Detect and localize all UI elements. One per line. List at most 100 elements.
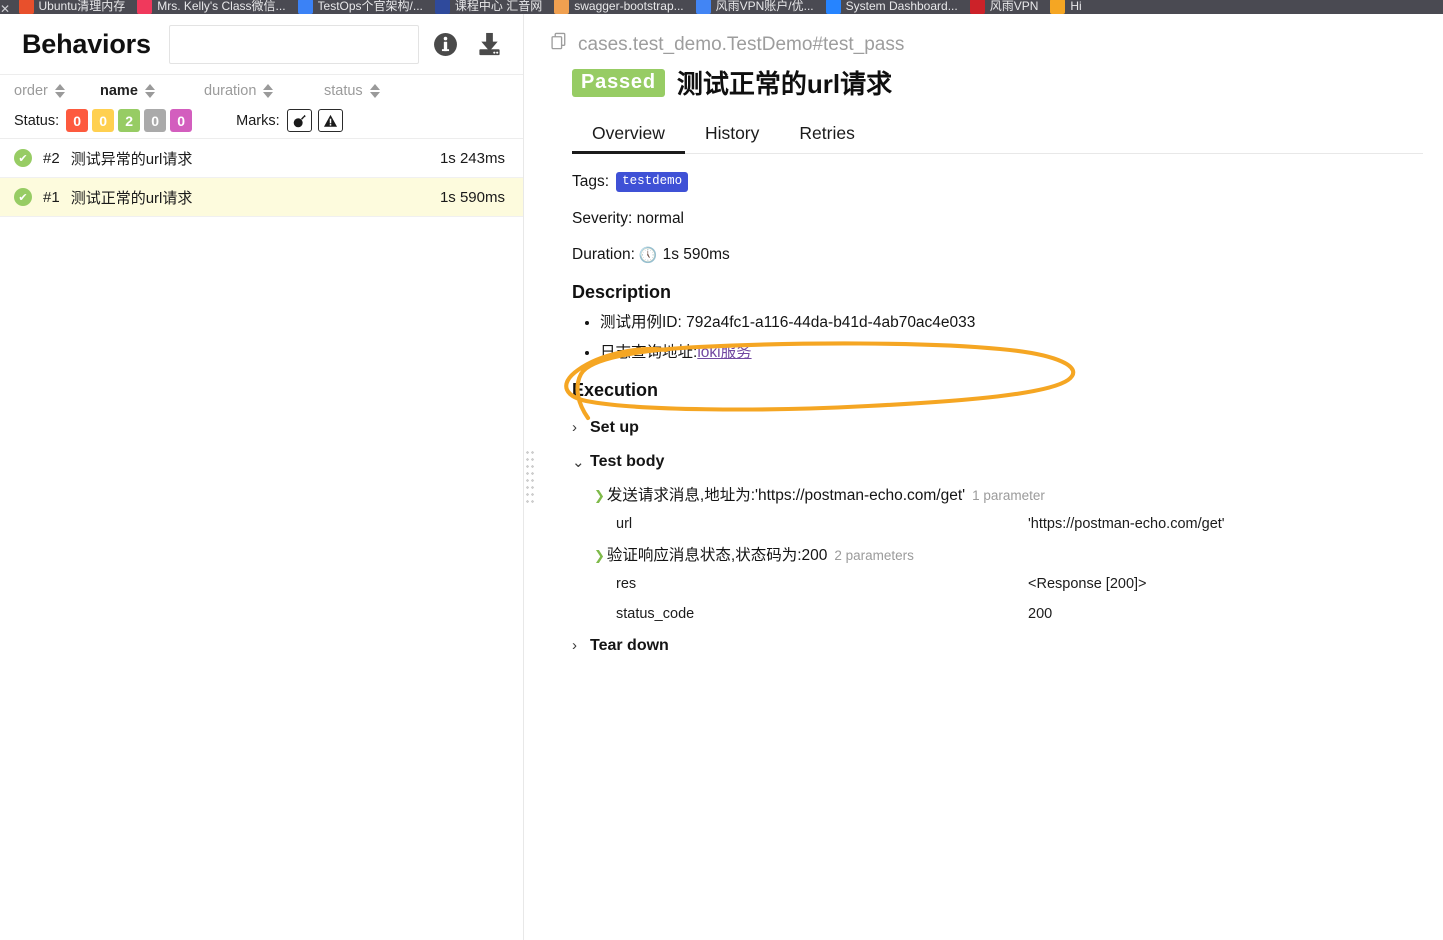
exec-step[interactable]: ❯ 发送请求消息,地址为:'https://postman-echo.com/g… [572,479,1423,509]
exec-step-param-count: 2 parameters [834,547,914,563]
sort-by-status[interactable]: status [324,83,380,99]
sort-label-duration: duration [204,83,257,99]
tab-close-icon[interactable]: ✕ [0,2,10,14]
status-chip-unknown[interactable]: 0 [170,109,193,132]
filter-row: Status: 0 0 2 0 0 Marks: [0,103,523,139]
page-title: Behaviors [22,28,151,59]
duration-label: Duration: [572,246,635,263]
clock-icon: 🕔 [638,247,658,264]
behaviors-panel: Behaviors order name duration status Sta… [0,14,524,940]
browser-tab[interactable]: 课程中心 汇音网 [431,0,550,14]
loki-service-link[interactable]: loki服务 [697,344,751,361]
test-list: ✔ #2 测试异常的url请求 1s 243ms ✔ #1 测试正常的url请求… [0,139,523,217]
sort-by-name[interactable]: name [100,83,204,99]
favicon-icon [969,0,985,14]
behaviors-panel-header: Behaviors [0,14,523,75]
info-icon[interactable] [427,26,463,62]
description-list: 测试用例ID: 792a4fc1-a116-44da-b41d-4ab70ac4… [572,313,1423,364]
status-chip-passed[interactable]: 2 [118,109,141,132]
sort-arrows-icon [144,84,155,98]
meta-tags: Tags: testdemo [572,172,1423,192]
browser-tab-title: Hi [1070,0,1082,13]
tab-history[interactable]: History [685,117,779,153]
sort-by-duration[interactable]: duration [204,83,324,99]
param-name: res [616,575,637,592]
chevron-down-icon: ❯ [594,547,605,563]
flaky-bomb-icon[interactable] [286,109,312,132]
status-chip-skipped[interactable]: 0 [144,109,167,132]
breadcrumb[interactable]: cases.test_demo.TestDemo#test_pass [550,32,1423,57]
exec-group-label: Tear down [590,636,669,654]
list-item: 日志查询地址:loki服务 [600,343,1423,364]
browser-tab[interactable]: System Dashboard... [822,0,966,14]
favicon-icon [434,0,450,14]
table-row[interactable]: ✔ #1 测试正常的url请求 1s 590ms [0,178,523,217]
browser-tab[interactable]: 风雨VPN [966,0,1047,14]
exec-group-tear-down[interactable]: › Tear down [572,629,1423,663]
browser-tab[interactable]: Hi [1046,0,1089,14]
test-title: 测试正常的url请求 [676,69,893,99]
test-order: #1 [43,188,60,206]
execution-heading: Execution [572,379,659,400]
test-meta: Tags: testdemo Severity: normal Duration… [572,172,1423,264]
panel-resizer[interactable] [524,14,536,940]
param-value: 'https://postman-echo.com/get' [1028,515,1225,532]
meta-severity: Severity: normal [572,210,1423,228]
list-item: 测试用例ID: 792a4fc1-a116-44da-b41d-4ab70ac4… [600,313,1423,334]
sort-label-status: status [324,83,363,99]
param-name: url [616,515,633,532]
chevron-down-icon: ⌄ [572,453,585,471]
favicon-icon [1050,0,1066,14]
status-chip-broken[interactable]: 0 [92,109,115,132]
severity-value: normal [636,210,685,227]
chevron-down-icon: ❯ [594,487,605,503]
browser-tab[interactable]: TestOps个官架构/... [294,0,431,14]
chevron-right-icon: › [572,419,577,437]
sort-label-name: name [100,83,138,99]
browser-tab-title: 风雨VPN账户/优... [715,0,814,13]
description-log-label: 日志查询地址: [600,343,698,361]
severity-label: Severity: [572,210,633,227]
exec-group-label: Test body [590,452,665,470]
marks-filter-label: Marks: [236,112,280,129]
detail-tabs: Overview History Retries [572,117,1423,154]
browser-tab[interactable]: Ubuntu清理内存 [15,0,134,14]
table-row[interactable]: ✔ #2 测试异常的url请求 1s 243ms [0,139,523,178]
tab-retries[interactable]: Retries [779,117,874,153]
exec-group-label: Set up [590,418,639,436]
status-chip-failed[interactable]: 0 [66,109,89,132]
browser-tab-title: 风雨VPN [989,0,1039,13]
exec-step-param-count: 1 parameter [972,487,1045,503]
exec-step[interactable]: ❯ 验证响应消息状态,状态码为:200 2 parameters [572,539,1423,569]
breadcrumb-text: cases.test_demo.TestDemo#test_pass [578,33,905,55]
browser-tab[interactable]: 风雨VPN账户/优... [692,0,822,14]
status-badge: Passed [572,68,665,97]
favicon-icon [137,0,153,14]
copy-icon[interactable] [550,32,569,57]
search-input[interactable] [168,24,419,64]
test-name: 测试正常的url请求 [70,189,193,207]
favicon-icon [297,0,313,14]
download-icon[interactable] [471,26,507,62]
test-name: 测试异常的url请求 [70,150,193,168]
tab-overview[interactable]: Overview [572,117,685,154]
sort-arrows-icon [369,84,380,98]
browser-tab[interactable]: Mrs. Kelly's Class微信... [133,0,293,14]
exec-group-set-up[interactable]: › Set up [572,411,1423,445]
browser-tab-title: System Dashboard... [845,0,958,13]
execution-tree: › Set up ⌄ Test body ❯ 发送请求消息,地址为:'https… [572,411,1423,663]
param-row: res <Response [200]> [572,569,1423,599]
exec-group-test-body[interactable]: ⌄ Test body [572,445,1423,479]
param-value: 200 [1028,605,1053,622]
browser-tab[interactable]: swagger-bootstrap... [550,0,691,14]
warning-triangle-icon[interactable] [317,109,343,132]
favicon-icon [695,0,711,14]
status-passed-icon: ✔ [14,149,32,167]
chevron-right-icon: › [572,637,577,655]
sort-by-order[interactable]: order [14,83,100,99]
favicon-icon [825,0,841,14]
tag-chip[interactable]: testdemo [616,172,689,192]
sort-label-order: order [14,83,48,99]
browser-tab-title: TestOps个官架构/... [317,0,423,13]
param-name: status_code [616,605,695,622]
